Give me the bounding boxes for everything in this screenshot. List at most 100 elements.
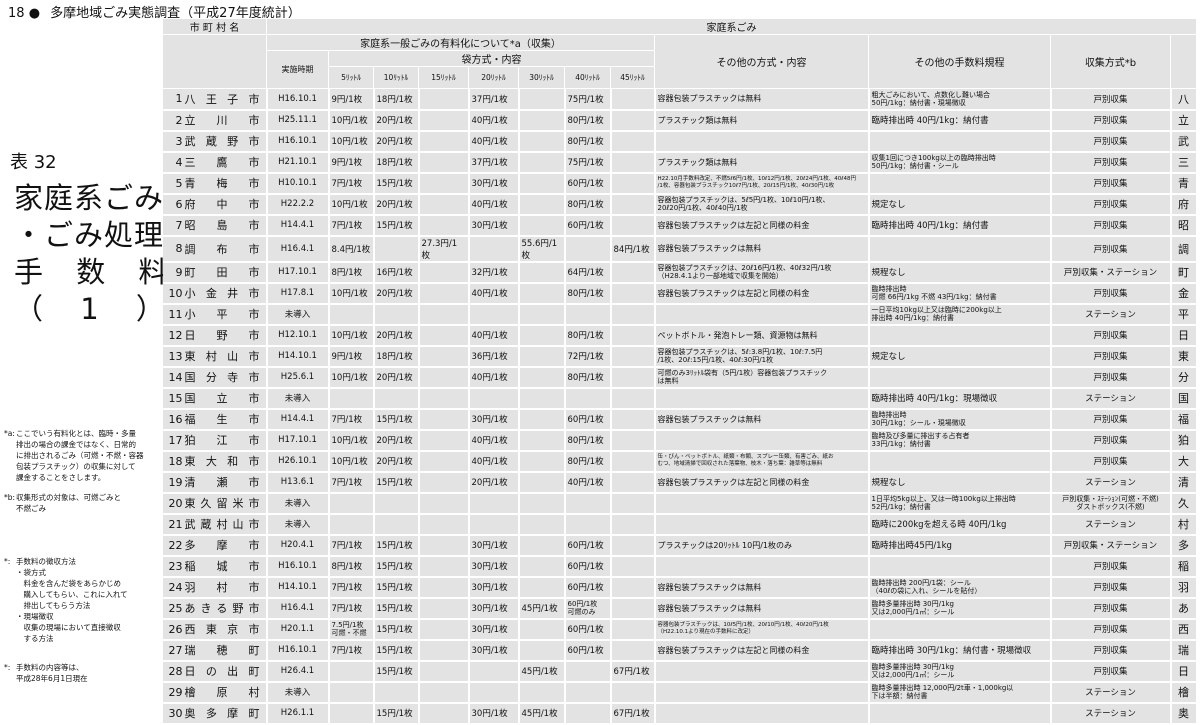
- impl-date: H16.10.1: [266, 130, 330, 153]
- city-name-cell: 3 武蔵野市: [162, 130, 268, 153]
- table-row: 5 青梅市 H10.10.1 7円/1枚 15円/1枚 30円/1枚 60円/1枚 H22.1…: [162, 172, 1198, 195]
- bag-fee: 30円/1枚: [468, 702, 520, 725]
- city-initial: 清: [1170, 471, 1198, 494]
- table-row: 8 調布市 H16.4.1 8.4円/1枚 27.3円/1枚 55.6円/1枚 84円/1枚…: [162, 235, 1198, 263]
- bag-fee: [610, 555, 656, 578]
- header-other-fee: その他の手数料規程: [868, 34, 1051, 89]
- table-row: 14 国分寺市 H25.6.1 10円/1枚 20円/1枚 40円/1枚 80円/1枚 可燃の…: [162, 366, 1198, 389]
- bag-fee: [518, 429, 566, 452]
- fee-rule: 臨時排出時 可燃 66円/1kg 不燃 43円/1kg：納付書: [868, 282, 1052, 305]
- city-name-cell: 13 東村山市: [162, 345, 268, 368]
- fee-rule: 臨時排出時 30円/1kg：納付書・現場徴収: [868, 639, 1052, 662]
- bag-fee: 40円/1枚: [468, 282, 520, 305]
- collection-method: 戸別収集: [1050, 429, 1172, 452]
- bag-fee: [564, 702, 612, 725]
- city-name: 立川市: [184, 114, 260, 127]
- city-initial: 檜: [1170, 681, 1198, 704]
- bag-fee: 15円/1枚: [373, 214, 420, 237]
- fee-rule: [868, 130, 1052, 153]
- bag-fee: 60円/1枚: [564, 408, 612, 431]
- bag-fee: 32円/1枚: [468, 261, 520, 284]
- bag-fee: 40円/1枚: [468, 450, 520, 473]
- fee-rule: 規程なし: [868, 471, 1052, 494]
- bag-fee: [418, 109, 470, 132]
- impl-date: H16.10.1: [266, 555, 330, 578]
- collection-method: 戸別収集: [1050, 576, 1172, 599]
- row-number: 20: [168, 496, 183, 510]
- city-name-cell: 18 東大和市: [162, 450, 268, 473]
- other-method: 容器包装プラスチックは無料: [654, 576, 870, 599]
- bag-fee: 15円/1枚: [373, 660, 420, 683]
- row-number: 8: [175, 242, 183, 255]
- bag-fee: 64円/1枚: [564, 261, 612, 284]
- row-number: 15: [168, 391, 183, 405]
- other-method: 容器包装プラスチックは、5ℓ5円/1枚、10ℓ10円/1枚、 20ℓ20円/1枚…: [654, 193, 870, 216]
- other-method: [654, 660, 870, 683]
- impl-date: 未導入: [266, 492, 330, 515]
- row-number: 13: [168, 349, 183, 363]
- table-row: 22 多摩市 H20.4.1 7円/1枚 15円/1枚 30円/1枚 60円/1枚 プラスチッ…: [162, 534, 1198, 557]
- bag-fee: 20円/1枚: [468, 471, 520, 494]
- city-name-cell: 28 日の出町: [162, 660, 268, 683]
- fee-rule: 収集1回につき100kg以上の臨時排出時 50円/1kg：納付書・シール: [868, 151, 1052, 174]
- impl-date: H10.10.1: [266, 172, 330, 195]
- city-initial: 西: [1170, 618, 1198, 641]
- bag-fee: 7円/1枚: [328, 408, 375, 431]
- impl-date: H22.2.2: [266, 193, 330, 216]
- bag-fee: [418, 303, 470, 326]
- note-a: *a: ここでいう有料化とは、臨時・多量 排出の場合の課金ではなく、日常的 に排…: [4, 428, 162, 483]
- city-name-cell: 24 羽村市: [162, 576, 268, 599]
- city-initial: 立: [1170, 109, 1198, 132]
- other-method: 容器包装プラスチックは、5ℓ:3.8円/1枚、10ℓ:7.5円 /1枚、20ℓ:…: [654, 345, 870, 368]
- bag-fee: 10円/1枚: [328, 429, 375, 452]
- other-method: [654, 303, 870, 326]
- fee-rule: [868, 235, 1052, 263]
- fee-rule: [868, 555, 1052, 578]
- bag-fee: [468, 681, 520, 704]
- note-mark: *:: [4, 663, 11, 672]
- bag-fee: 15円/1枚: [373, 172, 420, 195]
- city-initial: 日: [1170, 660, 1198, 683]
- table-row: 10 小金井市 H17.8.1 10円/1枚 20円/1枚 40円/1枚 80円/1枚 容器包…: [162, 282, 1198, 305]
- bag-fee: 9円/1枚: [328, 88, 375, 111]
- bag-fee: 37円/1枚: [468, 88, 520, 111]
- row-number: 27: [168, 643, 183, 657]
- other-method: 容器包装プラスチックは無料: [654, 597, 870, 620]
- bag-fee: [518, 151, 566, 174]
- bag-fee: 8円/1枚: [328, 261, 375, 284]
- impl-date: 未導入: [266, 681, 330, 704]
- bag-fee: [518, 618, 566, 641]
- bag-fee: 15円/1枚: [373, 597, 420, 620]
- other-method: [654, 513, 870, 536]
- bag-fee: [418, 471, 470, 494]
- bag-fee: [564, 235, 612, 263]
- bag-fee: [610, 88, 656, 111]
- bag-fee: [418, 387, 470, 410]
- city-name-cell: 27 瑞穂町: [162, 639, 268, 662]
- bag-fee: 10円/1枚: [328, 366, 375, 389]
- bag-fee: 7円/1枚: [328, 639, 375, 662]
- bag-fee: [418, 576, 470, 599]
- collection-method: 戸別収集: [1050, 235, 1172, 263]
- bag-fee: 60円/1枚: [564, 555, 612, 578]
- bag-fee: 30円/1枚: [468, 214, 520, 237]
- other-method: プラスチックは20ﾘｯﾄﾙ 10円/1枚のみ: [654, 534, 870, 557]
- other-method: 缶・びん・ペットボトル、紙類・布類、スプレー缶類、有害ごみ、紙お むつ、地域清掃…: [654, 450, 870, 473]
- city-initial: 多: [1170, 534, 1198, 557]
- city-initial: 稲: [1170, 555, 1198, 578]
- bag-fee: [610, 214, 656, 237]
- fee-rule: [868, 172, 1052, 195]
- bag-fee: 7円/1枚: [328, 172, 375, 195]
- bag-fee: 40円/1枚: [468, 193, 520, 216]
- bag-fee: 30円/1枚: [468, 639, 520, 662]
- bag-fee: [610, 109, 656, 132]
- bag-fee: [518, 345, 566, 368]
- city-name: 小金井市: [184, 287, 260, 300]
- bag-fee: 67円/1枚: [610, 660, 656, 683]
- bag-fee: [518, 387, 566, 410]
- city-initial: 東: [1170, 345, 1198, 368]
- bag-fee: [518, 534, 566, 557]
- row-number: 12: [168, 328, 183, 342]
- bag-fee: 20円/1枚: [373, 109, 420, 132]
- bag-fee: 75円/1枚: [564, 88, 612, 111]
